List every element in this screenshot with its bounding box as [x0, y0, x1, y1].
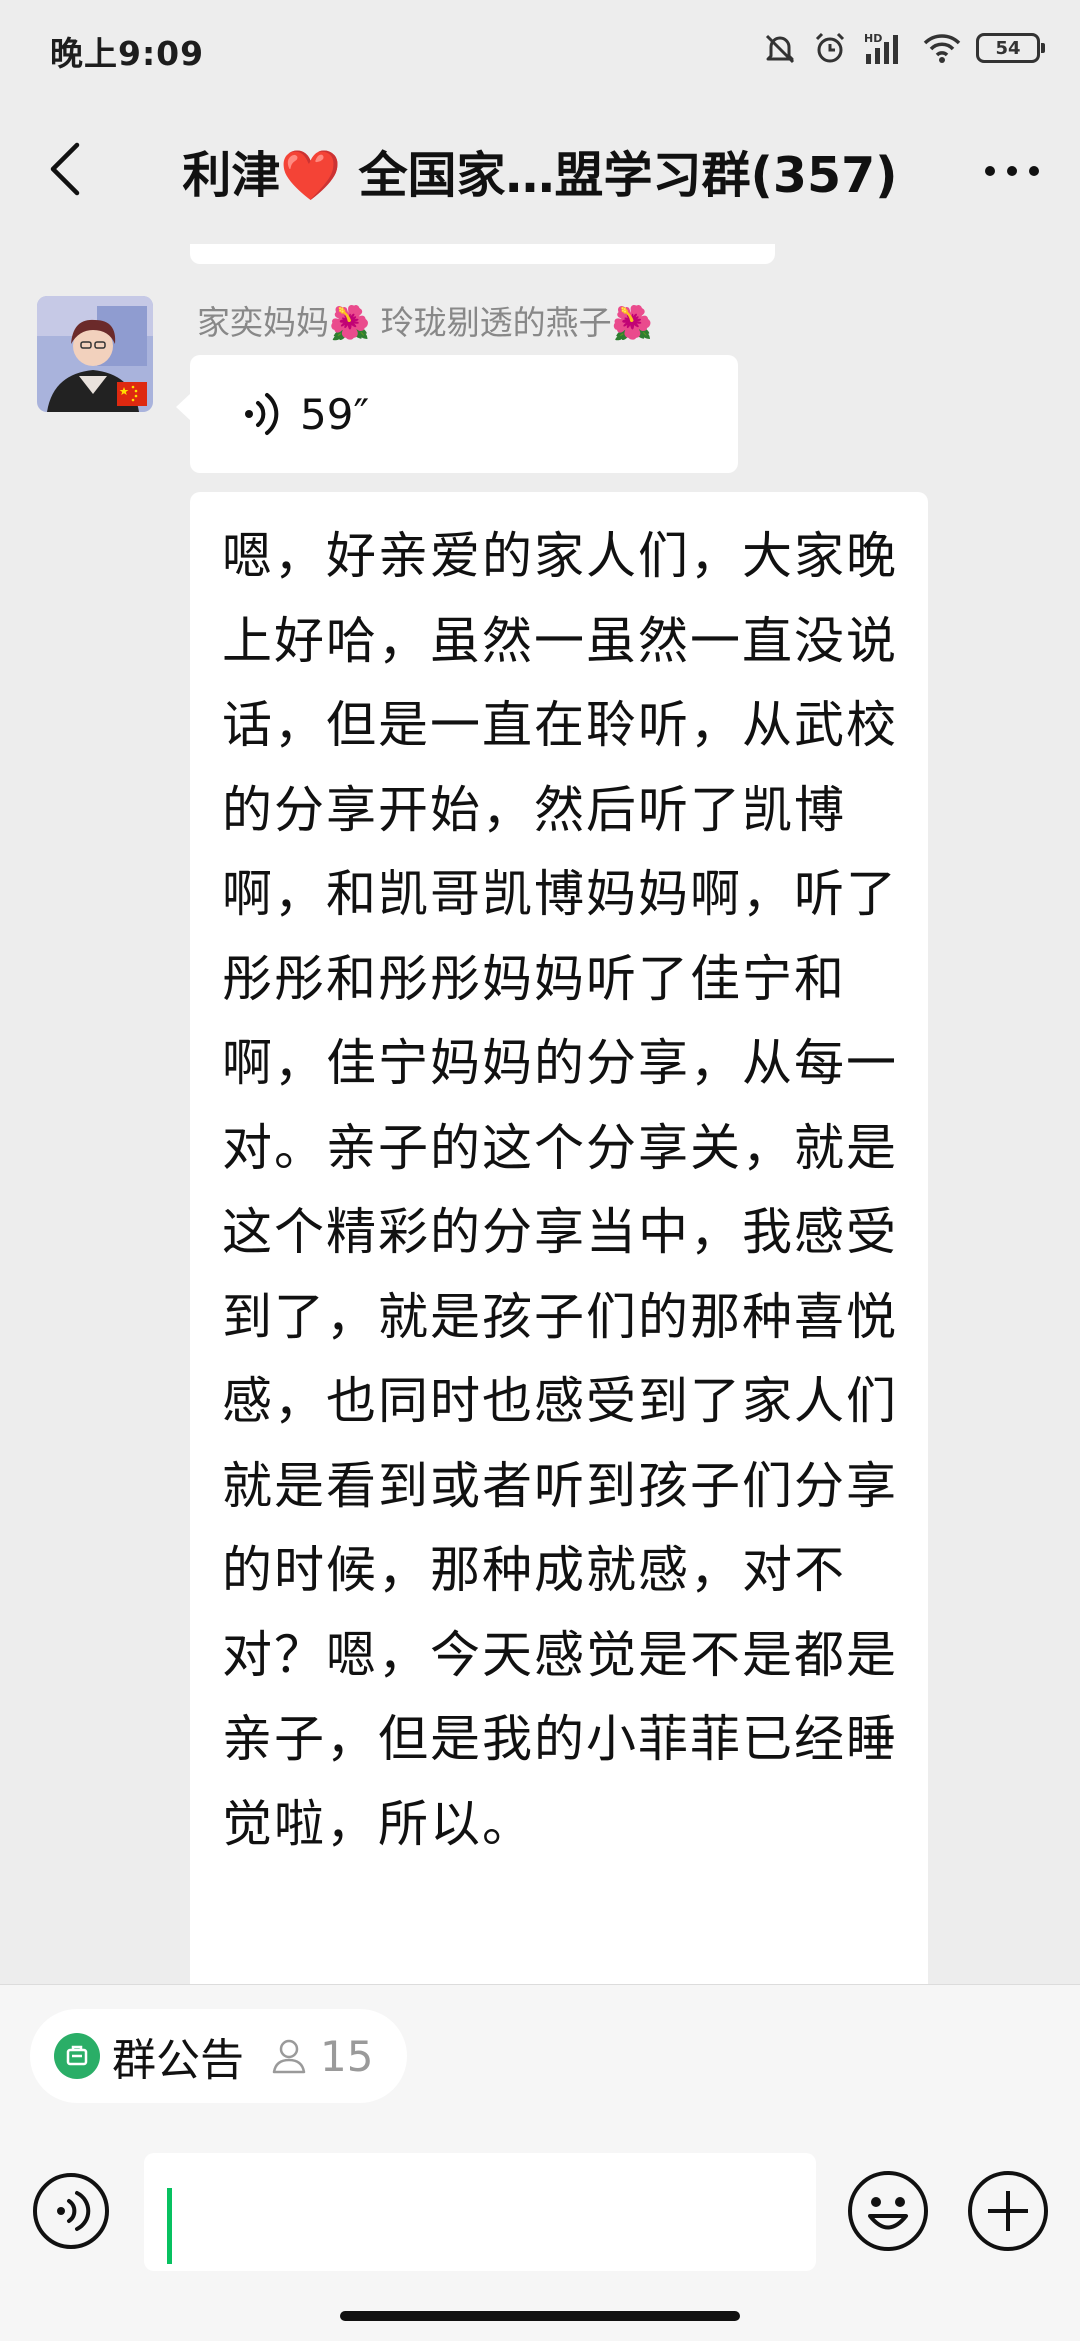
hibiscus-emoji-1: 🌺: [329, 303, 371, 342]
text-cursor: [167, 2188, 172, 2264]
status-icons: HD 54: [762, 26, 1045, 70]
sender-name-part-1: 家奕妈妈: [197, 303, 329, 342]
more-options-button[interactable]: [972, 136, 1052, 206]
smiley-icon: [848, 2171, 928, 2251]
group-notice-label: 群公告: [112, 2035, 244, 2086]
more-dots-icon: [985, 166, 1039, 176]
message-list[interactable]: 家奕妈妈🌺 玲珑剔透的燕子🌺 59″ 嗯，好亲爱的家人们，大家晚上好哈，虽然一虽…: [0, 244, 1080, 1984]
group-notice-chip[interactable]: 群公告 15: [30, 2009, 408, 2103]
voice-input-toggle-button[interactable]: [31, 2171, 111, 2251]
emoji-button[interactable]: [846, 2169, 930, 2253]
sender-avatar[interactable]: [37, 296, 153, 412]
sender-name-part-2: 玲珑剔透的燕子: [370, 303, 612, 342]
alarm-icon: [815, 32, 845, 63]
status-time: 晚上9:09: [50, 34, 205, 73]
home-indicator[interactable]: [340, 2311, 740, 2321]
transcript-text: 嗯，好亲爱的家人们，大家晚上好哈，虽然一虽然一直没说话，但是一直在聆听，从武校的…: [222, 527, 898, 1853]
avatar-photo: [37, 296, 153, 412]
chat-header: 利津❤️ 全国家…盟学习群(357): [0, 96, 1080, 244]
battery-icon: 54: [976, 33, 1045, 63]
wifi-icon: [923, 34, 961, 63]
chat-title: 利津❤️ 全国家…盟学习群(357): [0, 136, 1080, 207]
voice-toggle-icon: [33, 2173, 109, 2249]
svg-text:HD: HD: [864, 32, 882, 45]
message-input[interactable]: [144, 2153, 816, 2271]
notice-icon: [54, 2033, 100, 2079]
sender-name: 家奕妈妈🌺 玲珑剔透的燕子🌺: [197, 296, 653, 344]
signal-icon: HD: [864, 32, 898, 64]
transcript-bubble[interactable]: 嗯，好亲爱的家人们，大家晚上好哈，虽然一虽然一直没说话，但是一直在聆听，从武校的…: [190, 492, 928, 1984]
mute-bell-icon: [765, 34, 795, 64]
person-icon: [272, 2039, 306, 2074]
hibiscus-emoji-2: 🌺: [611, 303, 653, 342]
previous-message-bubble[interactable]: [190, 244, 775, 264]
member-count: 15: [320, 2031, 374, 2081]
more-functions-button[interactable]: [966, 2169, 1050, 2253]
voice-wave-icon: [245, 393, 279, 435]
bottom-panel: 群公告 15: [0, 1984, 1080, 2341]
voice-duration: 59″: [300, 390, 370, 439]
status-bar: 晚上9:09 HD 54: [0, 0, 1080, 96]
voice-message-bubble[interactable]: 59″: [176, 355, 738, 473]
title-prefix: 利津: [182, 147, 281, 204]
title-suffix: 全国家…盟学习群(357): [341, 147, 898, 204]
heart-emoji: ❤️: [280, 147, 342, 204]
plus-icon: [968, 2171, 1048, 2251]
